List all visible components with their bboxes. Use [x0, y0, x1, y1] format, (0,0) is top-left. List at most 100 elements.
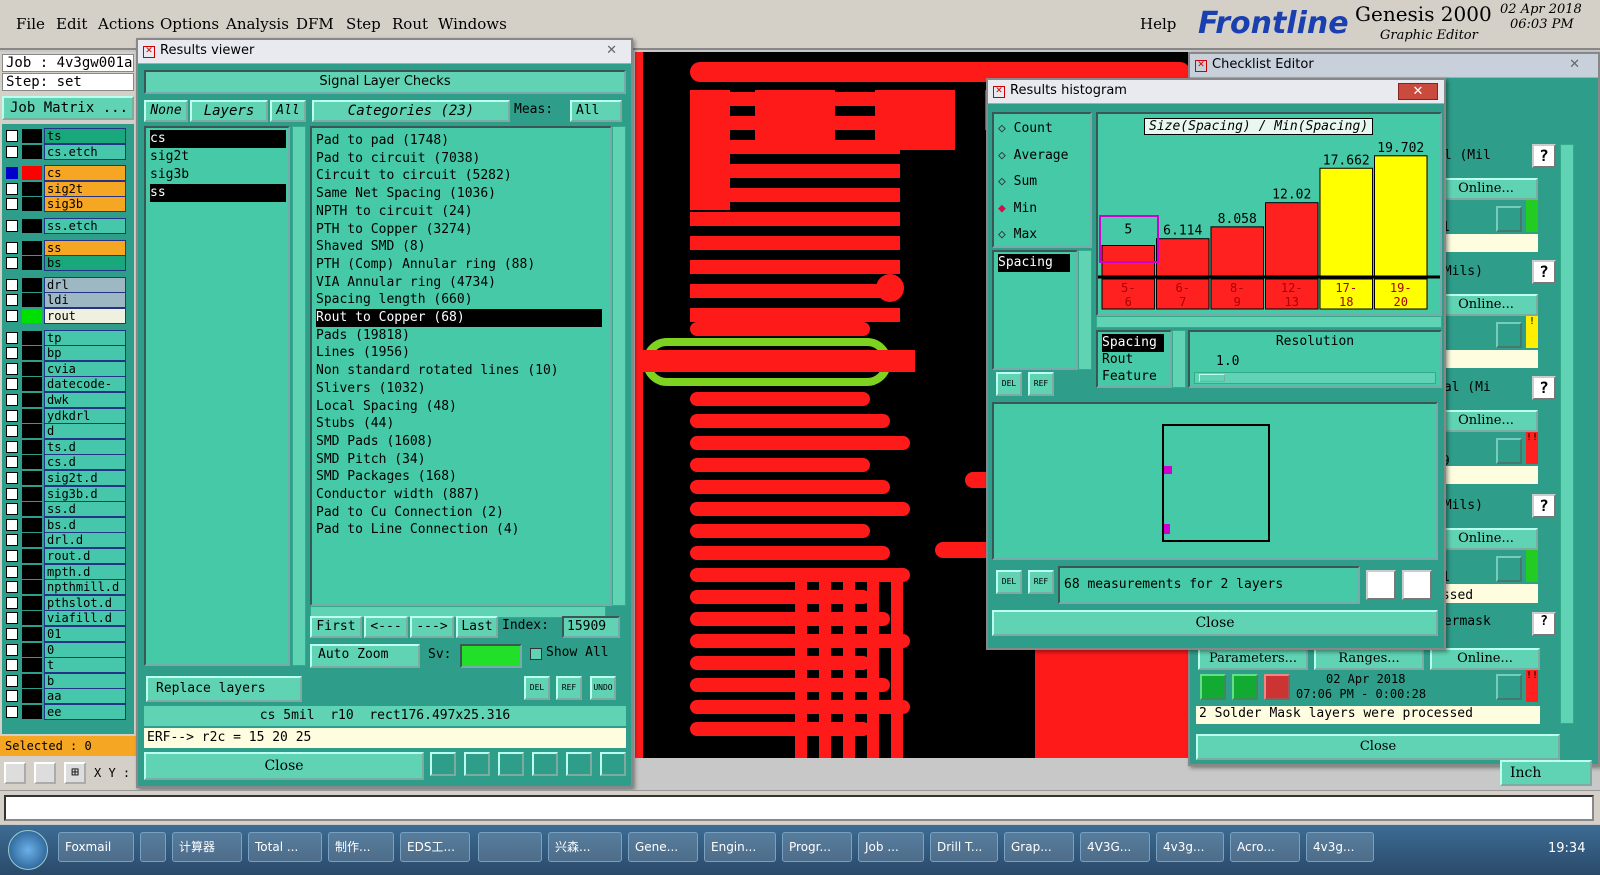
online-button[interactable]: Online... — [1434, 528, 1538, 550]
layer-checkbox[interactable] — [6, 347, 18, 360]
show-all-checkbox[interactable] — [530, 648, 542, 660]
layer-name[interactable]: cs.d — [44, 454, 126, 471]
categories-scrollbar[interactable] — [612, 126, 626, 606]
online-button[interactable]: Online... — [1434, 178, 1538, 200]
menu-analysis[interactable]: Analysis — [226, 15, 289, 33]
zoom-icon[interactable] — [1496, 322, 1522, 348]
histogram-bar[interactable] — [1319, 167, 1373, 277]
layer-checkbox[interactable] — [6, 198, 18, 211]
grid-icon[interactable]: ⊞ — [64, 762, 86, 784]
categories-button[interactable]: Categories (23) — [312, 100, 510, 122]
menu-actions[interactable]: Actions — [98, 15, 154, 33]
list-item[interactable]: Rout — [1102, 351, 1133, 369]
option-count[interactable]: ◇ Count — [998, 120, 1053, 138]
taskbar-item[interactable]: 4v3g... — [1156, 832, 1224, 862]
layer-name[interactable]: viafill.d — [44, 610, 126, 627]
layer-name[interactable]: bp — [44, 345, 126, 362]
layer-name[interactable]: b — [44, 672, 126, 689]
del-icon[interactable]: DEL — [996, 570, 1022, 594]
layer-name[interactable]: ss.etch — [44, 218, 126, 234]
taskbar-item[interactable]: Total ... — [248, 832, 322, 862]
units-select[interactable]: Inch — [1500, 760, 1592, 786]
layer-checkbox[interactable] — [6, 503, 18, 516]
stop-icon[interactable] — [464, 752, 490, 776]
taskbar-item[interactable]: 兴森... — [548, 832, 622, 862]
del-icon[interactable]: DEL — [996, 372, 1022, 396]
taskbar-item[interactable] — [140, 832, 166, 862]
layer-name[interactable]: dwk — [44, 392, 126, 408]
list-item[interactable]: ss — [150, 184, 286, 202]
layer-name[interactable]: datecode-bs — [44, 376, 126, 405]
list-item[interactable]: Spacing — [1102, 334, 1164, 352]
layer-row[interactable]: ee — [4, 704, 126, 720]
option-sum[interactable]: ◇ Sum — [998, 173, 1037, 191]
taskbar-item[interactable] — [478, 832, 542, 862]
layer-checkbox[interactable] — [6, 565, 18, 578]
layer-checkbox[interactable] — [6, 440, 18, 453]
layer-row[interactable]: cs.d — [4, 454, 126, 471]
layer-name[interactable]: ss — [44, 239, 126, 256]
stop-run-icon[interactable] — [1264, 674, 1290, 700]
layer-row[interactable]: 01 — [4, 626, 126, 642]
layer-row[interactable]: cvia — [4, 360, 126, 377]
taskbar-item[interactable]: Engin... — [704, 832, 776, 862]
layer-name[interactable]: drl.d — [44, 532, 126, 549]
menu-windows[interactable]: Windows — [438, 15, 507, 33]
layer-name[interactable]: 01 — [44, 626, 126, 642]
category-item[interactable]: PTH to Copper (3274) — [316, 221, 473, 239]
checklist-close-button[interactable]: Close — [1196, 734, 1560, 760]
category-item[interactable]: Same Net Spacing (1036) — [316, 185, 496, 203]
close-icon[interactable]: ✕ — [1398, 83, 1438, 100]
taskbar-item[interactable]: 制作... — [328, 832, 394, 862]
layer-row[interactable]: d — [4, 423, 126, 440]
layer-row[interactable]: mpth.d — [4, 563, 126, 580]
layer-row[interactable]: sig2t.d — [4, 470, 126, 486]
category-item[interactable]: Stubs (44) — [316, 415, 394, 433]
layer-row[interactable]: t — [4, 657, 126, 674]
online-button[interactable]: Online... — [1430, 648, 1540, 670]
layer-checkbox[interactable] — [6, 581, 18, 594]
category-item[interactable]: Pads (19818) — [316, 327, 410, 345]
taskbar-item[interactable]: 4V3G... — [1080, 832, 1150, 862]
layer-name[interactable]: cs — [44, 165, 126, 182]
checklist-scrollbar[interactable] — [1560, 144, 1574, 724]
layer-checkbox[interactable] — [6, 167, 18, 180]
erase-icon[interactable] — [498, 752, 524, 776]
layer-checkbox[interactable] — [6, 706, 18, 718]
histogram-close-button[interactable]: Close — [992, 610, 1438, 636]
category-item[interactable]: VIA Annular ring (4734) — [316, 274, 496, 292]
layer-name[interactable]: cs.etch — [44, 143, 126, 160]
layer-row[interactable]: ldi — [4, 292, 126, 309]
chart-tool-icon[interactable] — [430, 752, 456, 776]
layer-row[interactable]: bs.d — [4, 516, 126, 533]
layer-name[interactable]: sig2t — [44, 180, 126, 197]
list-item[interactable]: cs — [150, 130, 286, 148]
first-button[interactable]: First — [310, 616, 362, 638]
undo-icon[interactable]: UNDO — [590, 676, 616, 700]
category-item[interactable]: Pad to Line Connection (4) — [316, 521, 520, 539]
layer-row[interactable]: bp — [4, 345, 126, 362]
taskbar-item[interactable]: Job ... — [858, 832, 924, 862]
histogram-bar[interactable] — [1374, 155, 1428, 277]
layer-row[interactable]: aa — [4, 688, 126, 705]
category-item[interactable]: SMD Pads (1608) — [316, 433, 433, 451]
layer-row[interactable]: viafill.d — [4, 610, 126, 627]
parameters-button[interactable]: Parameters... — [1198, 648, 1308, 670]
layer-name[interactable]: pthslot.d — [44, 594, 126, 611]
category-item[interactable]: SMD Packages (168) — [316, 468, 457, 486]
layer-row[interactable]: ydkdrl — [4, 407, 126, 424]
layer-checkbox[interactable] — [6, 596, 18, 609]
histogram-icon[interactable] — [600, 752, 626, 776]
layer-row[interactable]: rout.d — [4, 548, 126, 564]
index-input[interactable]: 15909 — [562, 616, 620, 638]
taskbar-item[interactable]: Acro... — [1230, 832, 1300, 862]
category-item[interactable]: PTH (Comp) Annular ring (88) — [316, 256, 535, 274]
zoom-area-icon[interactable] — [1402, 570, 1432, 600]
category-item[interactable]: Pad to Cu Connection (2) — [316, 504, 504, 522]
layer-checkbox[interactable] — [6, 310, 18, 322]
tool-icon-1[interactable] — [4, 762, 26, 784]
list-item[interactable]: sig3b — [150, 166, 189, 184]
layer-row[interactable]: ts.d — [4, 438, 126, 455]
layer-name[interactable]: sig3b — [44, 196, 126, 213]
auto-zoom-select[interactable]: Auto Zoom — [310, 644, 420, 668]
